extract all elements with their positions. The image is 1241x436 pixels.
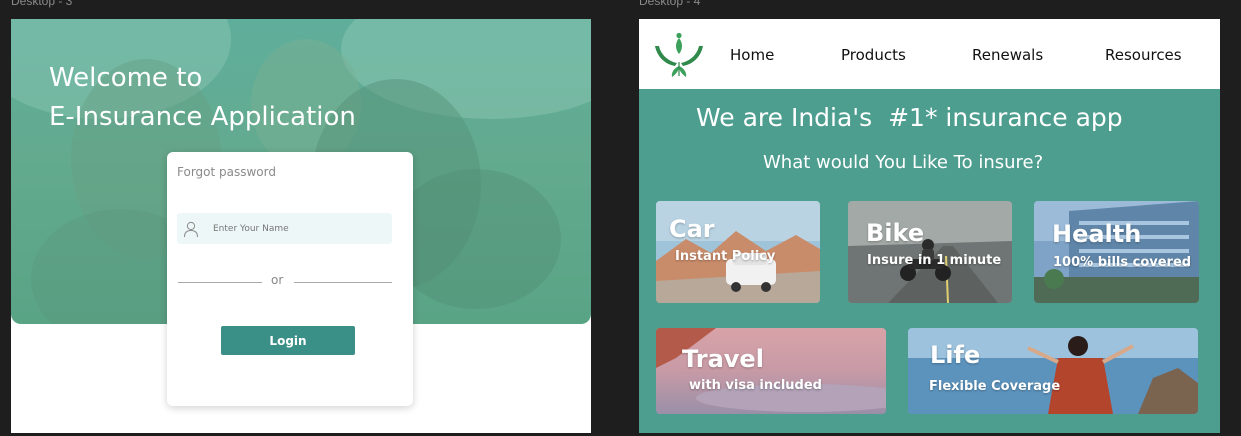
top-navbar: Home Products Renewals Resources (639, 19, 1220, 89)
name-input-placeholder: Enter Your Name (213, 223, 289, 234)
home-screen: Home Products Renewals Resources We are … (639, 19, 1220, 433)
nav-resources[interactable]: Resources (1105, 46, 1182, 64)
tile-life-title: Life (930, 341, 981, 369)
nav-products[interactable]: Products (841, 46, 906, 64)
welcome-line-1: Welcome to (49, 63, 203, 93)
welcome-line-2: E-Insurance Application (49, 102, 356, 132)
frame-label-desktop-4: Desktop - 4 (639, 0, 701, 8)
tile-health[interactable]: Health 100% bills covered (1034, 201, 1199, 303)
hands-leaf-logo-icon[interactable] (652, 32, 706, 78)
tile-travel-subtitle: with visa included (689, 378, 822, 393)
tile-health-subtitle: 100% bills covered (1053, 255, 1192, 270)
forgot-password-link[interactable]: Forgot password (177, 165, 276, 179)
welcome-heading: Welcome to E-Insurance Application (49, 59, 356, 137)
tile-car[interactable]: Car Instant Policy (656, 201, 820, 303)
tile-bike-subtitle: Insure in 1 minute (867, 253, 1002, 268)
tile-life-subtitle: Flexible Coverage (929, 379, 1061, 394)
bike-photo (848, 201, 1012, 303)
tile-bike-title: Bike (866, 219, 925, 247)
tile-car-subtitle: Instant Policy (675, 249, 776, 264)
login-card: Forgot password Enter Your Name or Login (167, 152, 413, 406)
hero-subheadline: What would You Like To insure? (763, 152, 1044, 173)
hero-headline: We are India's #1* insurance app (696, 103, 1123, 132)
nav-home[interactable]: Home (730, 46, 774, 64)
or-divider: or (178, 272, 392, 292)
tile-bike[interactable]: Bike Insure in 1 minute (848, 201, 1012, 303)
health-hospital-photo (1034, 201, 1199, 303)
nav-renewals[interactable]: Renewals (972, 46, 1043, 64)
or-text: or (271, 273, 284, 287)
login-button[interactable]: Login (221, 326, 355, 355)
divider-line-left (178, 282, 262, 283)
tile-life[interactable]: Life Flexible Coverage (908, 328, 1198, 414)
login-screen: Welcome to E-Insurance Application Forgo… (11, 19, 591, 433)
tile-health-title: Health (1052, 220, 1142, 248)
tile-car-title: Car (669, 215, 715, 243)
name-input[interactable]: Enter Your Name (177, 213, 392, 244)
user-icon (184, 221, 198, 237)
tile-travel-title: Travel (682, 345, 764, 373)
divider-line-right (294, 282, 392, 283)
tile-travel[interactable]: Travel with visa included (656, 328, 886, 414)
frame-label-desktop-3: Desktop - 3 (11, 0, 73, 8)
